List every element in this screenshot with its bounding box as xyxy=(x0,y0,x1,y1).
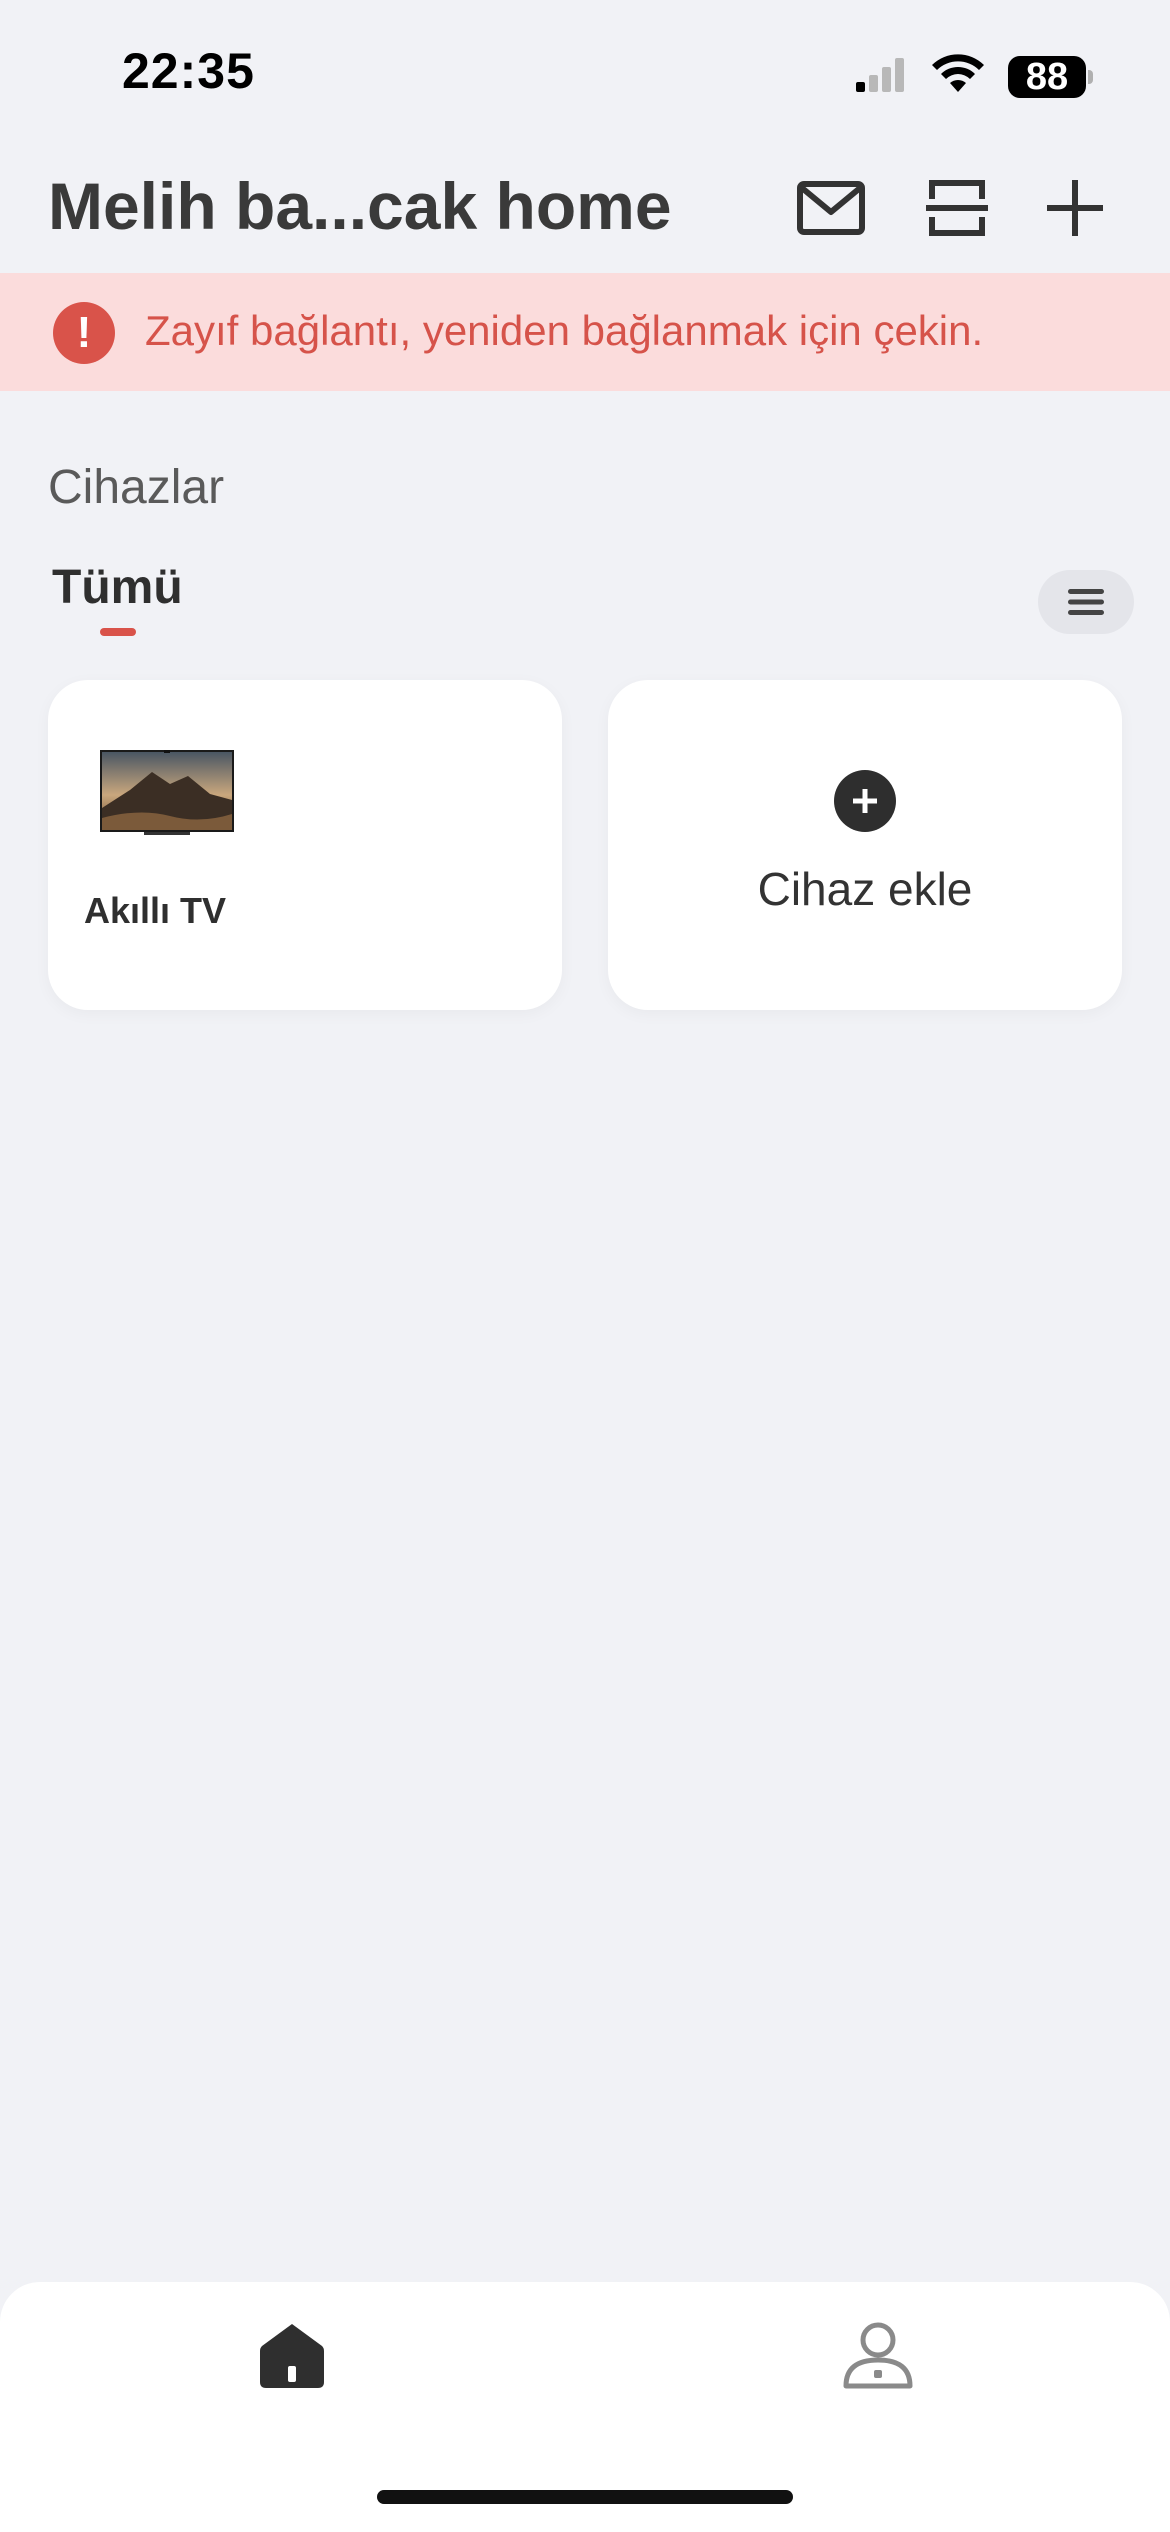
active-tab-indicator xyxy=(100,628,136,636)
alert-icon: ! xyxy=(53,302,115,364)
wifi-icon xyxy=(932,54,984,92)
device-card-smart-tv[interactable] xyxy=(48,680,562,1010)
plus-icon xyxy=(1047,180,1103,236)
plus-circle-icon xyxy=(834,770,896,832)
messages-button[interactable] xyxy=(786,163,876,253)
tv-thumbnail xyxy=(100,750,234,835)
add-button[interactable] xyxy=(1030,163,1120,253)
cellular-signal-icon xyxy=(856,58,904,92)
battery-icon: 88 xyxy=(1008,56,1086,98)
tab-all[interactable]: Tümü xyxy=(52,560,183,615)
connection-warning-text: Zayıf bağlantı, yeniden bağlanmak için ç… xyxy=(145,307,984,354)
add-device-card[interactable] xyxy=(608,680,1122,1010)
profile-icon[interactable] xyxy=(840,2318,916,2394)
device-name: Akıllı TV xyxy=(84,890,227,931)
status-time: 22:35 xyxy=(122,43,255,99)
scan-button[interactable] xyxy=(912,163,1002,253)
add-device-label: Cihaz ekle xyxy=(757,863,973,915)
battery-level: 88 xyxy=(1025,55,1069,98)
home-indicator xyxy=(377,2490,793,2504)
section-title: Cihazlar xyxy=(48,461,225,514)
list-view-button[interactable] xyxy=(1038,570,1134,634)
menu-icon xyxy=(1068,589,1104,615)
scan-icon xyxy=(926,180,988,236)
home-icon[interactable] xyxy=(256,2320,328,2392)
battery-cap xyxy=(1088,70,1093,84)
mail-icon xyxy=(797,181,865,235)
home-title[interactable]: Melih ba...cak home xyxy=(48,168,672,244)
